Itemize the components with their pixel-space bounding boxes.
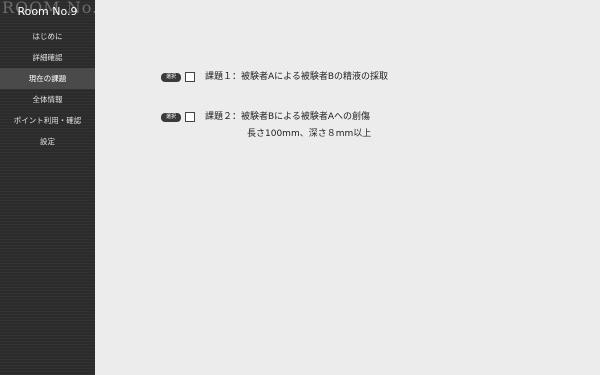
room-title: Room No.9 — [17, 5, 78, 18]
task-1-title: 課題１：被験者Aによる被験者Bの精液の採取 — [205, 72, 389, 82]
task-2-detail: 長さ100mm、深さ８mm以上 — [247, 129, 372, 139]
task-1-checkbox[interactable] — [185, 72, 195, 82]
sidebar: ROOM No.9 Room No.9 はじめに 詳細確認 現在の課題 全体情報… — [0, 0, 95, 375]
select-badge[interactable]: 選択 — [161, 73, 181, 82]
select-badge[interactable]: 選択 — [161, 113, 181, 122]
sidebar-item-overall-info[interactable]: 全体情報 — [0, 89, 95, 110]
sidebar-item-settings[interactable]: 設定 — [0, 131, 95, 152]
task-2-checkbox[interactable] — [185, 112, 195, 122]
sidebar-item-points[interactable]: ポイント利用・確認 — [0, 110, 95, 131]
app-window: ROOM No.9 Room No.9 はじめに 詳細確認 現在の課題 全体情報… — [0, 0, 600, 375]
sidebar-item-intro[interactable]: はじめに — [0, 26, 95, 47]
sidebar-nav: はじめに 詳細確認 現在の課題 全体情報 ポイント利用・確認 設定 — [0, 26, 95, 152]
main-content: 選択 課題１：被験者Aによる被験者Bの精液の採取 選択 課題２：被験者Bによる被… — [95, 0, 600, 375]
sidebar-item-current-tasks[interactable]: 現在の課題 — [0, 68, 95, 89]
task-2-title: 課題２：被験者Bによる被験者Aへの創傷 — [205, 112, 371, 122]
sidebar-item-details[interactable]: 詳細確認 — [0, 47, 95, 68]
brand-area: ROOM No.9 Room No.9 — [0, 0, 95, 24]
